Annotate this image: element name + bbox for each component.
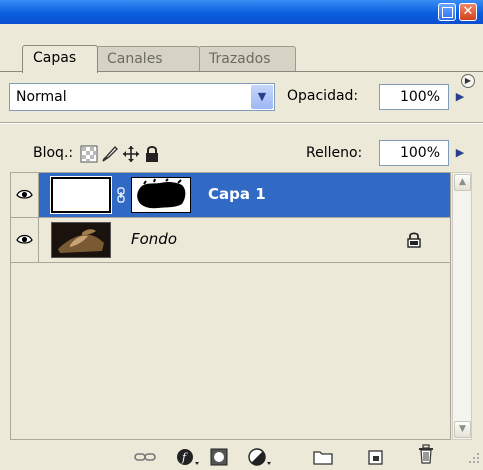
layer-row-fondo[interactable]: Fondo (11, 218, 450, 262)
lock-label: Bloq.: (33, 145, 74, 161)
layer-thumbnail[interactable] (51, 222, 111, 258)
minimize-button[interactable] (438, 3, 456, 21)
title-bar[interactable]: ✕ (0, 0, 483, 24)
visibility-toggle[interactable] (11, 173, 39, 217)
tab-strip: Trazados Canales Capas ▶ (0, 24, 483, 88)
layer-row-capa-1[interactable]: Capa 1 (11, 173, 450, 217)
mask-thumbnail[interactable] (131, 177, 191, 213)
opacity-label: Opacidad: (287, 88, 359, 104)
tab-label: Capas (33, 50, 77, 66)
row-separator (11, 262, 450, 263)
lock-position-icon[interactable] (122, 145, 140, 163)
layers-scrollbar[interactable]: ▲ ▼ (452, 172, 472, 440)
resize-grip-icon[interactable] (468, 452, 480, 464)
arrow-right-icon: ▶ (455, 146, 465, 159)
chevron-down-icon[interactable]: ▼ (251, 85, 273, 109)
tab-trazados[interactable]: Trazados (198, 46, 296, 71)
bottom-toolbar: f (0, 440, 483, 470)
new-group-icon[interactable] (313, 448, 333, 466)
chevron-down-icon: ▼ (459, 424, 466, 434)
layer-thumbnail[interactable] (50, 176, 112, 214)
fill-field[interactable]: 100% (379, 140, 449, 166)
close-button[interactable]: ✕ (459, 3, 477, 21)
photo-thumbnail (52, 223, 110, 257)
tab-canales[interactable]: Canales (96, 46, 200, 71)
layers-list[interactable]: Capa 1 Fondo (10, 172, 451, 440)
fill-label: Relleno: (306, 145, 363, 161)
tab-label: Canales (107, 51, 163, 67)
link-icon[interactable] (117, 187, 125, 203)
tab-capas[interactable]: Capas (22, 45, 98, 73)
link-layers-icon[interactable] (134, 448, 156, 466)
close-icon: ✕ (462, 4, 474, 19)
scroll-down-button[interactable]: ▼ (454, 421, 471, 438)
blend-mode-value: Normal (16, 89, 67, 105)
opacity-field[interactable]: 100% (379, 84, 449, 110)
lock-icon (407, 232, 421, 248)
scroll-up-button[interactable]: ▲ (454, 174, 471, 191)
chevron-up-icon: ▲ (459, 177, 466, 187)
layers-palette: ✕ Trazados Canales Capas ▶ Normal ▼ Opac… (0, 0, 483, 470)
fill-slider-button[interactable]: ▶ (450, 140, 470, 166)
mask-shape (137, 178, 186, 209)
opacity-value: 100% (399, 89, 440, 105)
blend-mode-select[interactable]: Normal ▼ (9, 83, 275, 111)
minimize-icon (442, 7, 453, 18)
eye-icon (16, 234, 33, 244)
tab-label: Trazados (209, 51, 271, 67)
layer-style-icon[interactable]: f (176, 448, 200, 466)
arrow-right-icon: ▶ (455, 90, 465, 103)
opacity-slider-button[interactable]: ▶ (450, 84, 470, 110)
lock-transparency-icon[interactable] (80, 145, 98, 163)
adjustment-layer-icon[interactable] (248, 448, 272, 466)
layer-mask-icon[interactable] (210, 448, 228, 466)
lock-image-icon[interactable] (101, 145, 119, 163)
delete-layer-icon[interactable] (418, 444, 434, 464)
layer-name[interactable]: Capa 1 (208, 185, 266, 203)
layer-name[interactable]: Fondo (131, 230, 177, 248)
lock-all-icon[interactable] (143, 145, 161, 163)
fill-value: 100% (399, 145, 440, 161)
visibility-toggle[interactable] (11, 218, 39, 262)
controls-divider-highlight (0, 123, 483, 124)
eye-icon (16, 189, 33, 199)
new-layer-icon[interactable] (366, 448, 384, 466)
